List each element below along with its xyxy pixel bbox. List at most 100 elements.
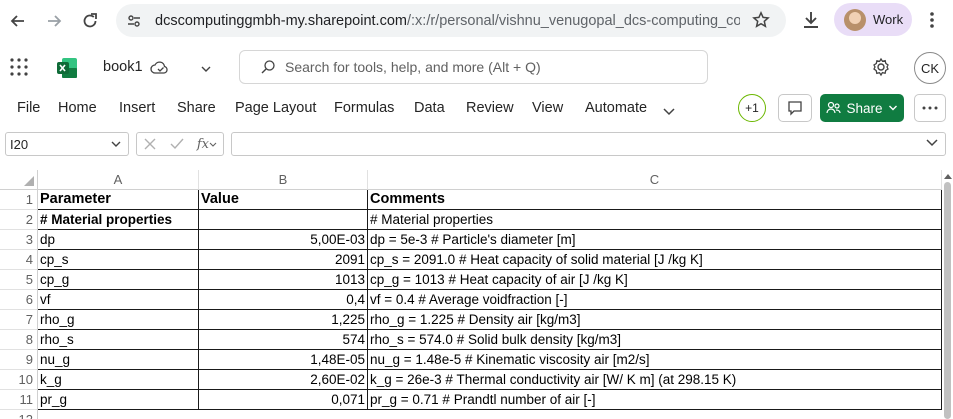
select-all-corner[interactable]	[0, 170, 38, 190]
name-box[interactable]: I20	[5, 132, 129, 156]
presence-indicator[interactable]: +1	[738, 94, 766, 122]
settings-gear-icon[interactable]	[871, 57, 891, 82]
arrow-left-icon	[10, 15, 24, 27]
file-menu-chevron-icon[interactable]	[200, 61, 212, 79]
forward-button[interactable]	[42, 9, 66, 33]
url-host: dcscomputinggmbh-my.sharepoint.com	[155, 12, 407, 29]
tab-file[interactable]: File	[17, 100, 40, 116]
cell-a4[interactable]: cp_s	[38, 250, 199, 270]
reload-icon	[83, 13, 97, 28]
tab-automate[interactable]: Automate	[585, 100, 647, 116]
cell-a1[interactable]: Parameter	[38, 190, 199, 210]
row-header[interactable]: 5	[0, 270, 38, 290]
comment-icon	[788, 101, 802, 116]
cell-b1[interactable]: Value	[199, 190, 368, 210]
cell-c3[interactable]: dp = 5e-3 # Particle's diameter [m]	[368, 230, 942, 250]
row-header[interactable]: 2	[0, 210, 38, 230]
cell-c5[interactable]: cp_g = 1013 # Heat capacity of air [J /k…	[368, 270, 942, 290]
row-header[interactable]: 8	[0, 330, 38, 350]
ribbon-tabs: File Home Insert Share Page Layout Formu…	[0, 94, 953, 124]
downloads-icon[interactable]	[800, 9, 822, 36]
cell-c10[interactable]: k_g = 26e-3 # Thermal conductivity air […	[368, 370, 942, 390]
search-placeholder: Search for tools, help, and more (Alt + …	[285, 59, 541, 75]
comments-button[interactable]	[778, 94, 812, 122]
row-header[interactable]: 6	[0, 290, 38, 310]
search-box[interactable]: Search for tools, help, and more (Alt + …	[239, 50, 708, 84]
row-header[interactable]: 1	[0, 190, 38, 210]
url-path: /:x:/r/personal/vishnu_venugopal_dcs-com…	[406, 12, 740, 29]
tab-share[interactable]: Share	[177, 100, 216, 116]
cell-c6[interactable]: vf = 0.4 # Average voidfraction [-]	[368, 290, 942, 310]
cell-b6[interactable]: 0,4	[199, 290, 368, 310]
cell-c7[interactable]: rho_g = 1.225 # Density air [kg/m3]	[368, 310, 942, 330]
cell-b11[interactable]: 0,071	[199, 390, 368, 410]
table-row: 1 Parameter Value Comments	[0, 190, 942, 210]
row-header[interactable]: 11	[0, 390, 38, 410]
cell-b7[interactable]: 1,225	[199, 310, 368, 330]
row-header[interactable]: 4	[0, 250, 38, 270]
saved-status-icon[interactable]	[150, 59, 170, 82]
tab-insert[interactable]: Insert	[119, 100, 155, 116]
cancel-icon[interactable]	[143, 137, 157, 151]
cell-b2[interactable]	[199, 210, 368, 230]
cell-a5[interactable]: cp_g	[38, 270, 199, 290]
cell-b3[interactable]: 5,00E-03	[199, 230, 368, 250]
cell-c1[interactable]: Comments	[368, 190, 942, 210]
expand-formula-chevron-icon[interactable]	[925, 138, 939, 148]
row-header[interactable]: 7	[0, 310, 38, 330]
address-bar[interactable]: dcscomputinggmbh-my.sharepoint.com/:x:/r…	[116, 4, 786, 37]
cell-b5[interactable]: 1013	[199, 270, 368, 290]
tab-review[interactable]: Review	[466, 100, 514, 116]
cell-a10[interactable]: k_g	[38, 370, 199, 390]
cell-c4[interactable]: cp_s = 2091.0 # Heat capacity of solid m…	[368, 250, 942, 270]
insert-function-button[interactable]: fx	[197, 137, 217, 152]
tab-home[interactable]: Home	[58, 100, 97, 116]
row-header[interactable]: 12	[0, 410, 38, 419]
cell-b9[interactable]: 1,48E-05	[199, 350, 368, 370]
column-header-b[interactable]: B	[199, 170, 368, 190]
reload-button[interactable]	[78, 9, 102, 33]
scroll-thumb[interactable]	[944, 182, 951, 419]
tab-formulas[interactable]: Formulas	[334, 100, 394, 116]
cell-b10[interactable]: 2,60E-02	[199, 370, 368, 390]
profile-button[interactable]: Work	[834, 3, 912, 36]
cell-c11[interactable]: pr_g = 0.71 # Prandtl number of air [-]	[368, 390, 942, 410]
row-header[interactable]: 10	[0, 370, 38, 390]
column-header-a[interactable]: A	[38, 170, 199, 190]
cell-a2[interactable]: # Material properties	[38, 210, 199, 230]
bookmark-star-icon[interactable]	[752, 10, 770, 34]
more-options-button[interactable]	[914, 94, 946, 122]
confirm-check-icon[interactable]	[169, 137, 185, 151]
spreadsheet-grid[interactable]: A B C 1 Parameter Value Comments 2 # Mat…	[0, 170, 953, 419]
row-header[interactable]: 9	[0, 350, 38, 370]
column-header-c[interactable]: C	[368, 170, 942, 190]
scroll-up-arrow-icon[interactable]	[944, 174, 952, 179]
share-button[interactable]: Share	[820, 94, 904, 122]
app-launcher-icon[interactable]	[10, 58, 28, 81]
file-name[interactable]: book1	[103, 59, 143, 75]
more-tabs-chevron-icon[interactable]	[662, 104, 676, 122]
formula-input[interactable]	[231, 132, 946, 156]
user-avatar[interactable]: CK	[914, 52, 946, 84]
cell-a8[interactable]: rho_s	[38, 330, 199, 350]
cell-c2[interactable]: # Material properties	[368, 210, 942, 230]
cell-a6[interactable]: vf	[38, 290, 199, 310]
site-info-icon[interactable]	[121, 8, 147, 34]
tab-data[interactable]: Data	[414, 100, 445, 116]
cell-a9[interactable]: nu_g	[38, 350, 199, 370]
cell-b4[interactable]: 2091	[199, 250, 368, 270]
row-header[interactable]: 3	[0, 230, 38, 250]
cell-c9[interactable]: nu_g = 1.48e-5 # Kinematic viscosity air…	[368, 350, 942, 370]
cell-c8[interactable]: rho_s = 574.0 # Solid bulk density [kg/m…	[368, 330, 942, 350]
cell-a7[interactable]: rho_g	[38, 310, 199, 330]
cell-a3[interactable]: dp	[38, 230, 199, 250]
tab-view[interactable]: View	[532, 100, 563, 116]
table-row: 4 cp_s 2091 cp_s = 2091.0 # Heat capacit…	[0, 250, 942, 270]
tab-page-layout[interactable]: Page Layout	[235, 100, 316, 116]
vertical-scrollbar[interactable]	[942, 170, 953, 419]
back-button[interactable]	[6, 9, 30, 33]
avatar	[844, 8, 866, 31]
browser-menu-icon[interactable]	[922, 10, 942, 35]
cell-a11[interactable]: pr_g	[38, 390, 199, 410]
cell-b8[interactable]: 574	[199, 330, 368, 350]
